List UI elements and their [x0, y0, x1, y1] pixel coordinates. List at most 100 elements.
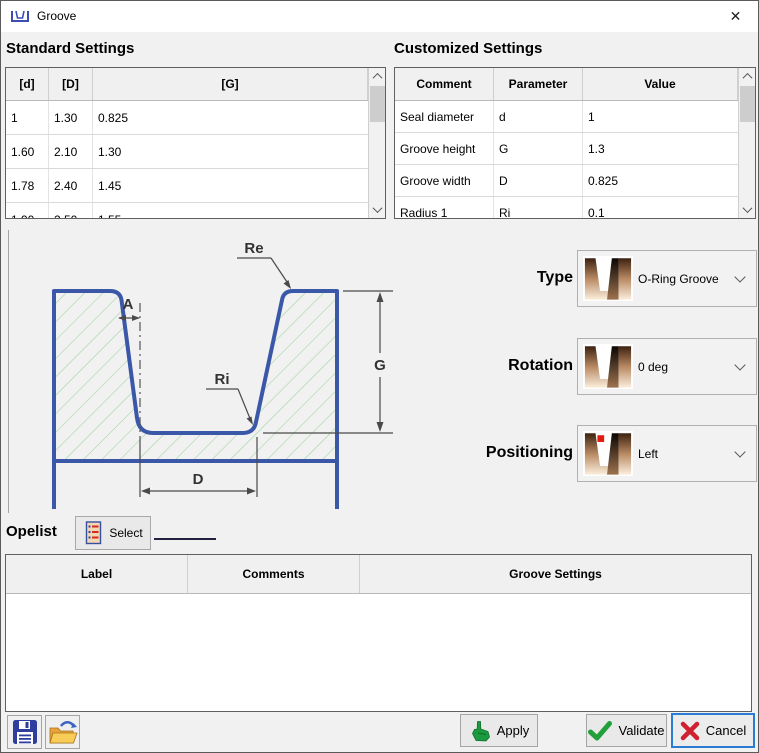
- table-row[interactable]: Radius 1 Ri 0.1: [395, 197, 755, 219]
- window-title: Groove: [37, 9, 76, 23]
- validate-button-label: Validate: [618, 723, 664, 738]
- value-cell[interactable]: 1.3: [583, 133, 755, 164]
- cell: d: [494, 101, 583, 132]
- cell: 1: [6, 101, 49, 134]
- scrollbar[interactable]: [368, 68, 385, 218]
- cancel-button-label: Cancel: [706, 723, 746, 738]
- column-header-comments: Comments: [188, 555, 360, 593]
- groove-positioning-icon: [583, 431, 633, 476]
- table-row[interactable]: 1.90 2.50 1.55: [6, 203, 385, 219]
- opelist-table[interactable]: Label Comments Groove Settings: [5, 554, 752, 712]
- value-cell[interactable]: 1: [583, 101, 755, 132]
- rotation-value: 0 deg: [638, 360, 736, 374]
- cell: Groove height: [395, 133, 494, 164]
- material-hatch: [54, 291, 337, 461]
- type-value: O-Ring Groove: [638, 272, 736, 286]
- table-row[interactable]: 1.78 2.40 1.45: [6, 169, 385, 203]
- column-header-D: [D]: [49, 68, 93, 100]
- cancel-x-icon: [680, 721, 700, 741]
- groove-type-icon: [583, 256, 633, 301]
- label-a: A: [123, 296, 134, 313]
- table-row[interactable]: Groove height G 1.3: [395, 133, 755, 165]
- save-icon: [12, 719, 38, 745]
- list-select-icon: [83, 521, 103, 545]
- table-row[interactable]: Groove width D 0.825: [395, 165, 755, 197]
- position-dot: [597, 435, 604, 442]
- cell: 1.60: [6, 135, 49, 168]
- groove-app-icon: [10, 9, 30, 24]
- cell: 1.78: [6, 169, 49, 202]
- positioning-label: Positioning: [403, 444, 573, 462]
- select-button[interactable]: Select: [75, 516, 151, 550]
- cell: 1.30: [93, 135, 385, 168]
- open-button[interactable]: [45, 715, 80, 749]
- standard-settings-table: [d] [D] [G] 1 1.30 0.825 1.60 2.10 1.30 …: [5, 67, 386, 219]
- column-header-d: [d]: [6, 68, 49, 100]
- scroll-up-icon[interactable]: [739, 68, 756, 85]
- cell: 2.50: [49, 203, 93, 219]
- label-re: Re: [244, 240, 263, 257]
- standard-table-header: [d] [D] [G]: [6, 68, 385, 101]
- customized-settings-title: Customized Settings: [394, 40, 542, 57]
- scrollbar[interactable]: [738, 68, 755, 218]
- cell: 1.55: [93, 203, 385, 219]
- column-header-comment: Comment: [395, 68, 494, 100]
- save-button[interactable]: [7, 715, 42, 749]
- cell: 1.30: [49, 101, 93, 134]
- scrollbar-thumb[interactable]: [740, 86, 755, 122]
- opelist-table-header: Label Comments Groove Settings: [6, 555, 751, 594]
- column-header-label: Label: [6, 555, 188, 593]
- value-cell[interactable]: 0.1: [583, 197, 755, 219]
- apply-hand-icon: [469, 720, 491, 742]
- type-label: Type: [403, 269, 573, 287]
- column-header-parameter: Parameter: [494, 68, 583, 100]
- column-header-groove-settings: Groove Settings: [360, 555, 751, 593]
- groove-dialog: Groove ✕ Standard Settings Customized Se…: [0, 0, 759, 753]
- titlebar: Groove ✕: [1, 1, 758, 32]
- opelist-value-line: [154, 538, 216, 540]
- table-row[interactable]: 1 1.30 0.825: [6, 101, 385, 135]
- type-dropdown[interactable]: O-Ring Groove: [577, 250, 757, 307]
- label-d: D: [193, 471, 204, 488]
- customized-settings-table: Comment Parameter Value Seal diameter d …: [394, 67, 756, 219]
- open-folder-icon: [48, 719, 78, 746]
- standard-settings-title: Standard Settings: [6, 40, 134, 57]
- cell: Seal diameter: [395, 101, 494, 132]
- scroll-down-icon[interactable]: [369, 201, 386, 218]
- apply-button[interactable]: Apply: [460, 714, 538, 747]
- cell: Radius 1: [395, 197, 494, 219]
- validate-check-icon: [588, 721, 612, 741]
- cell: D: [494, 165, 583, 196]
- column-header-G: [G]: [93, 68, 368, 100]
- scroll-down-icon[interactable]: [739, 201, 756, 218]
- chevron-down-icon: [734, 359, 745, 370]
- select-button-label: Select: [109, 526, 142, 540]
- chevron-down-icon: [734, 271, 745, 282]
- opelist-label: Opelist: [6, 523, 57, 540]
- cell: 2.40: [49, 169, 93, 202]
- scroll-up-icon[interactable]: [369, 68, 386, 85]
- positioning-dropdown[interactable]: Left: [577, 425, 757, 482]
- rotation-dropdown[interactable]: 0 deg: [577, 338, 757, 395]
- cell: G: [494, 133, 583, 164]
- column-header-value: Value: [583, 68, 738, 100]
- label-ri: Ri: [215, 371, 230, 388]
- cell: 1.90: [6, 203, 49, 219]
- cell: Groove width: [395, 165, 494, 196]
- groove-rotation-icon: [583, 344, 633, 389]
- value-cell[interactable]: 0.825: [583, 165, 755, 196]
- cell: 0.825: [93, 101, 385, 134]
- table-row[interactable]: Seal diameter d 1: [395, 101, 755, 133]
- customized-table-header: Comment Parameter Value: [395, 68, 755, 101]
- scrollbar-thumb[interactable]: [370, 86, 385, 122]
- cell: 1.45: [93, 169, 385, 202]
- cancel-button[interactable]: Cancel: [671, 713, 755, 748]
- table-row[interactable]: 1.60 2.10 1.30: [6, 135, 385, 169]
- validate-button[interactable]: Validate: [586, 714, 667, 747]
- label-g: G: [374, 357, 386, 374]
- chevron-down-icon: [734, 446, 745, 457]
- apply-button-label: Apply: [497, 723, 530, 738]
- cell: Ri: [494, 197, 583, 219]
- close-button[interactable]: ✕: [713, 1, 758, 32]
- positioning-value: Left: [638, 447, 736, 461]
